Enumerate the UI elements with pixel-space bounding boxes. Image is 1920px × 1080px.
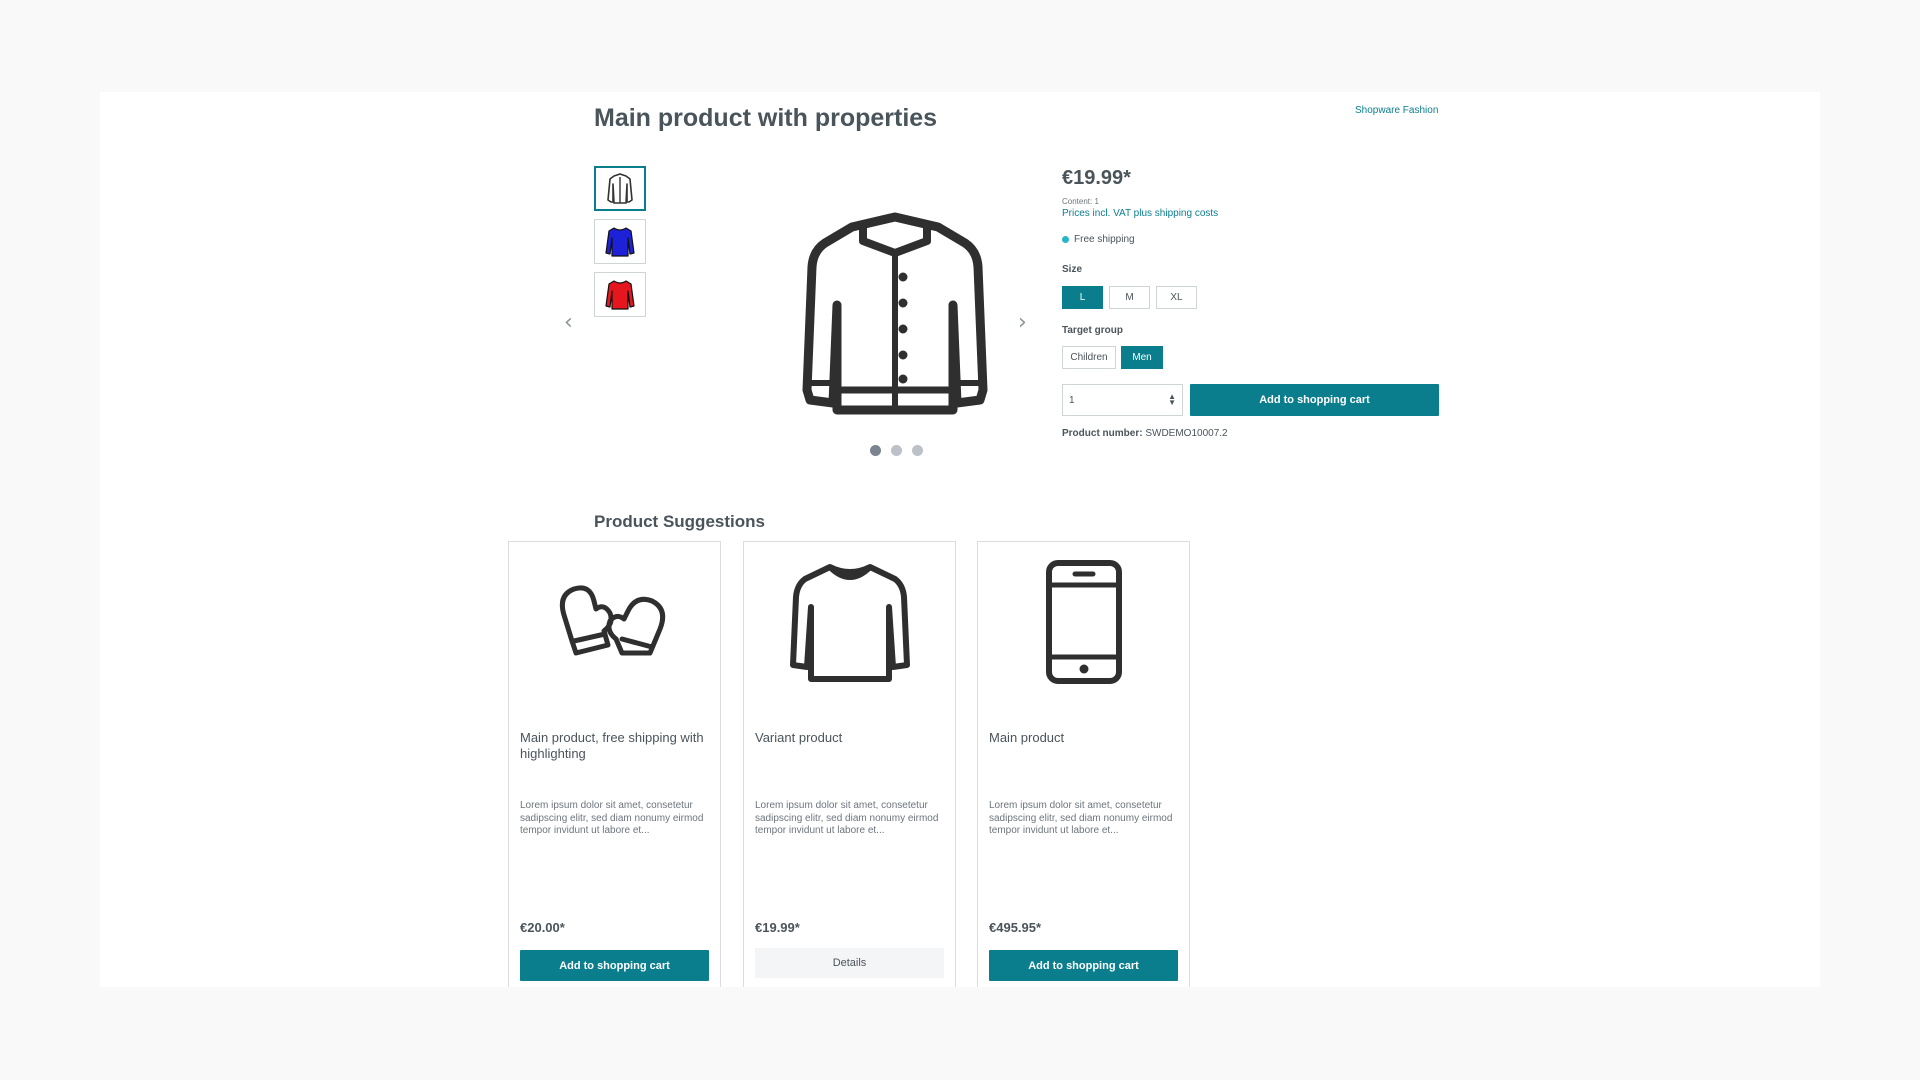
product-suggestions-title: Product Suggestions: [594, 512, 765, 531]
target-option-men[interactable]: Men: [1121, 346, 1163, 369]
content-unit: Content: 1: [1062, 197, 1099, 206]
size-label: Size: [1062, 264, 1083, 275]
product-card-price: €19.99*: [755, 920, 800, 935]
gallery-next-arrow-icon[interactable]: ›: [1018, 310, 1027, 335]
product-card-price: €20.00*: [520, 920, 565, 935]
product-price: €19.99*: [1062, 167, 1131, 189]
target-group-label: Target group: [1062, 325, 1123, 336]
quantity-select[interactable]: 1 ▲ ▼: [1062, 384, 1183, 416]
gallery-dot-1[interactable]: [870, 445, 881, 456]
product-card[interactable]: Variant product Lorem ipsum dolor sit am…: [743, 541, 956, 987]
add-to-cart-button[interactable]: Add to shopping cart: [520, 950, 709, 981]
size-option-m[interactable]: M: [1109, 286, 1150, 309]
main-product-image: [795, 205, 995, 425]
product-card-description: Lorem ipsum dolor sit amet, consetetur s…: [755, 800, 939, 836]
product-card-image: [744, 554, 955, 689]
thumbnail-blue-shirt[interactable]: [594, 219, 646, 264]
size-option-l[interactable]: L: [1062, 286, 1103, 309]
page-title: Main product with properties: [594, 104, 938, 132]
product-card-name[interactable]: Main product, free shipping with highlig…: [520, 730, 710, 762]
select-caret-icon: ▲ ▼: [1168, 392, 1176, 407]
product-card[interactable]: Main product, free shipping with highlig…: [508, 541, 721, 987]
vat-shipping-link[interactable]: Prices incl. VAT plus shipping costs: [1062, 208, 1218, 219]
product-number: Product number: SWDEMO10007.2: [1062, 428, 1228, 439]
product-page: Main product with properties Shopware Fa…: [100, 92, 1820, 987]
smartphone-icon: [1045, 559, 1122, 684]
gallery-prev-arrow-icon[interactable]: ‹: [564, 310, 573, 335]
add-to-cart-button[interactable]: Add to shopping cart: [1190, 384, 1439, 416]
add-to-cart-button[interactable]: Add to shopping cart: [989, 950, 1178, 981]
jacket-outline-icon: [802, 212, 988, 415]
thumbnail-red-shirt[interactable]: [594, 272, 646, 317]
gallery-dot-3[interactable]: [912, 445, 923, 456]
details-button[interactable]: Details: [755, 948, 944, 978]
free-shipping-info: Free shipping: [1062, 234, 1135, 245]
product-card[interactable]: Main product Lorem ipsum dolor sit amet,…: [977, 541, 1190, 987]
shirt-red-icon: [605, 279, 635, 310]
size-option-xl[interactable]: XL: [1156, 286, 1197, 309]
quantity-value: 1: [1069, 394, 1075, 406]
product-number-value: SWDEMO10007.2: [1145, 428, 1228, 439]
shirt-blue-icon: [605, 226, 635, 257]
mittens-icon: [559, 584, 665, 655]
product-number-label: Product number:: [1062, 428, 1143, 439]
sweater-icon: [789, 563, 910, 682]
product-card-image: [978, 554, 1189, 689]
jacket-outline-icon: [607, 172, 633, 204]
thumbnail-jacket[interactable]: [594, 166, 646, 211]
free-shipping-label: Free shipping: [1074, 234, 1135, 245]
manufacturer-link[interactable]: Shopware Fashion: [1355, 105, 1438, 116]
gallery-dots: [870, 445, 923, 456]
shipping-status-dot-icon: [1062, 236, 1069, 243]
product-card-image: [509, 554, 720, 689]
target-option-children[interactable]: Children: [1062, 346, 1116, 369]
product-card-price: €495.95*: [989, 920, 1042, 935]
product-card-description: Lorem ipsum dolor sit amet, consetetur s…: [520, 800, 704, 836]
product-card-description: Lorem ipsum dolor sit amet, consetetur s…: [989, 800, 1173, 836]
gallery-dot-2[interactable]: [891, 445, 902, 456]
product-card-name[interactable]: Main product: [989, 730, 1179, 746]
product-card-name[interactable]: Variant product: [755, 730, 945, 746]
